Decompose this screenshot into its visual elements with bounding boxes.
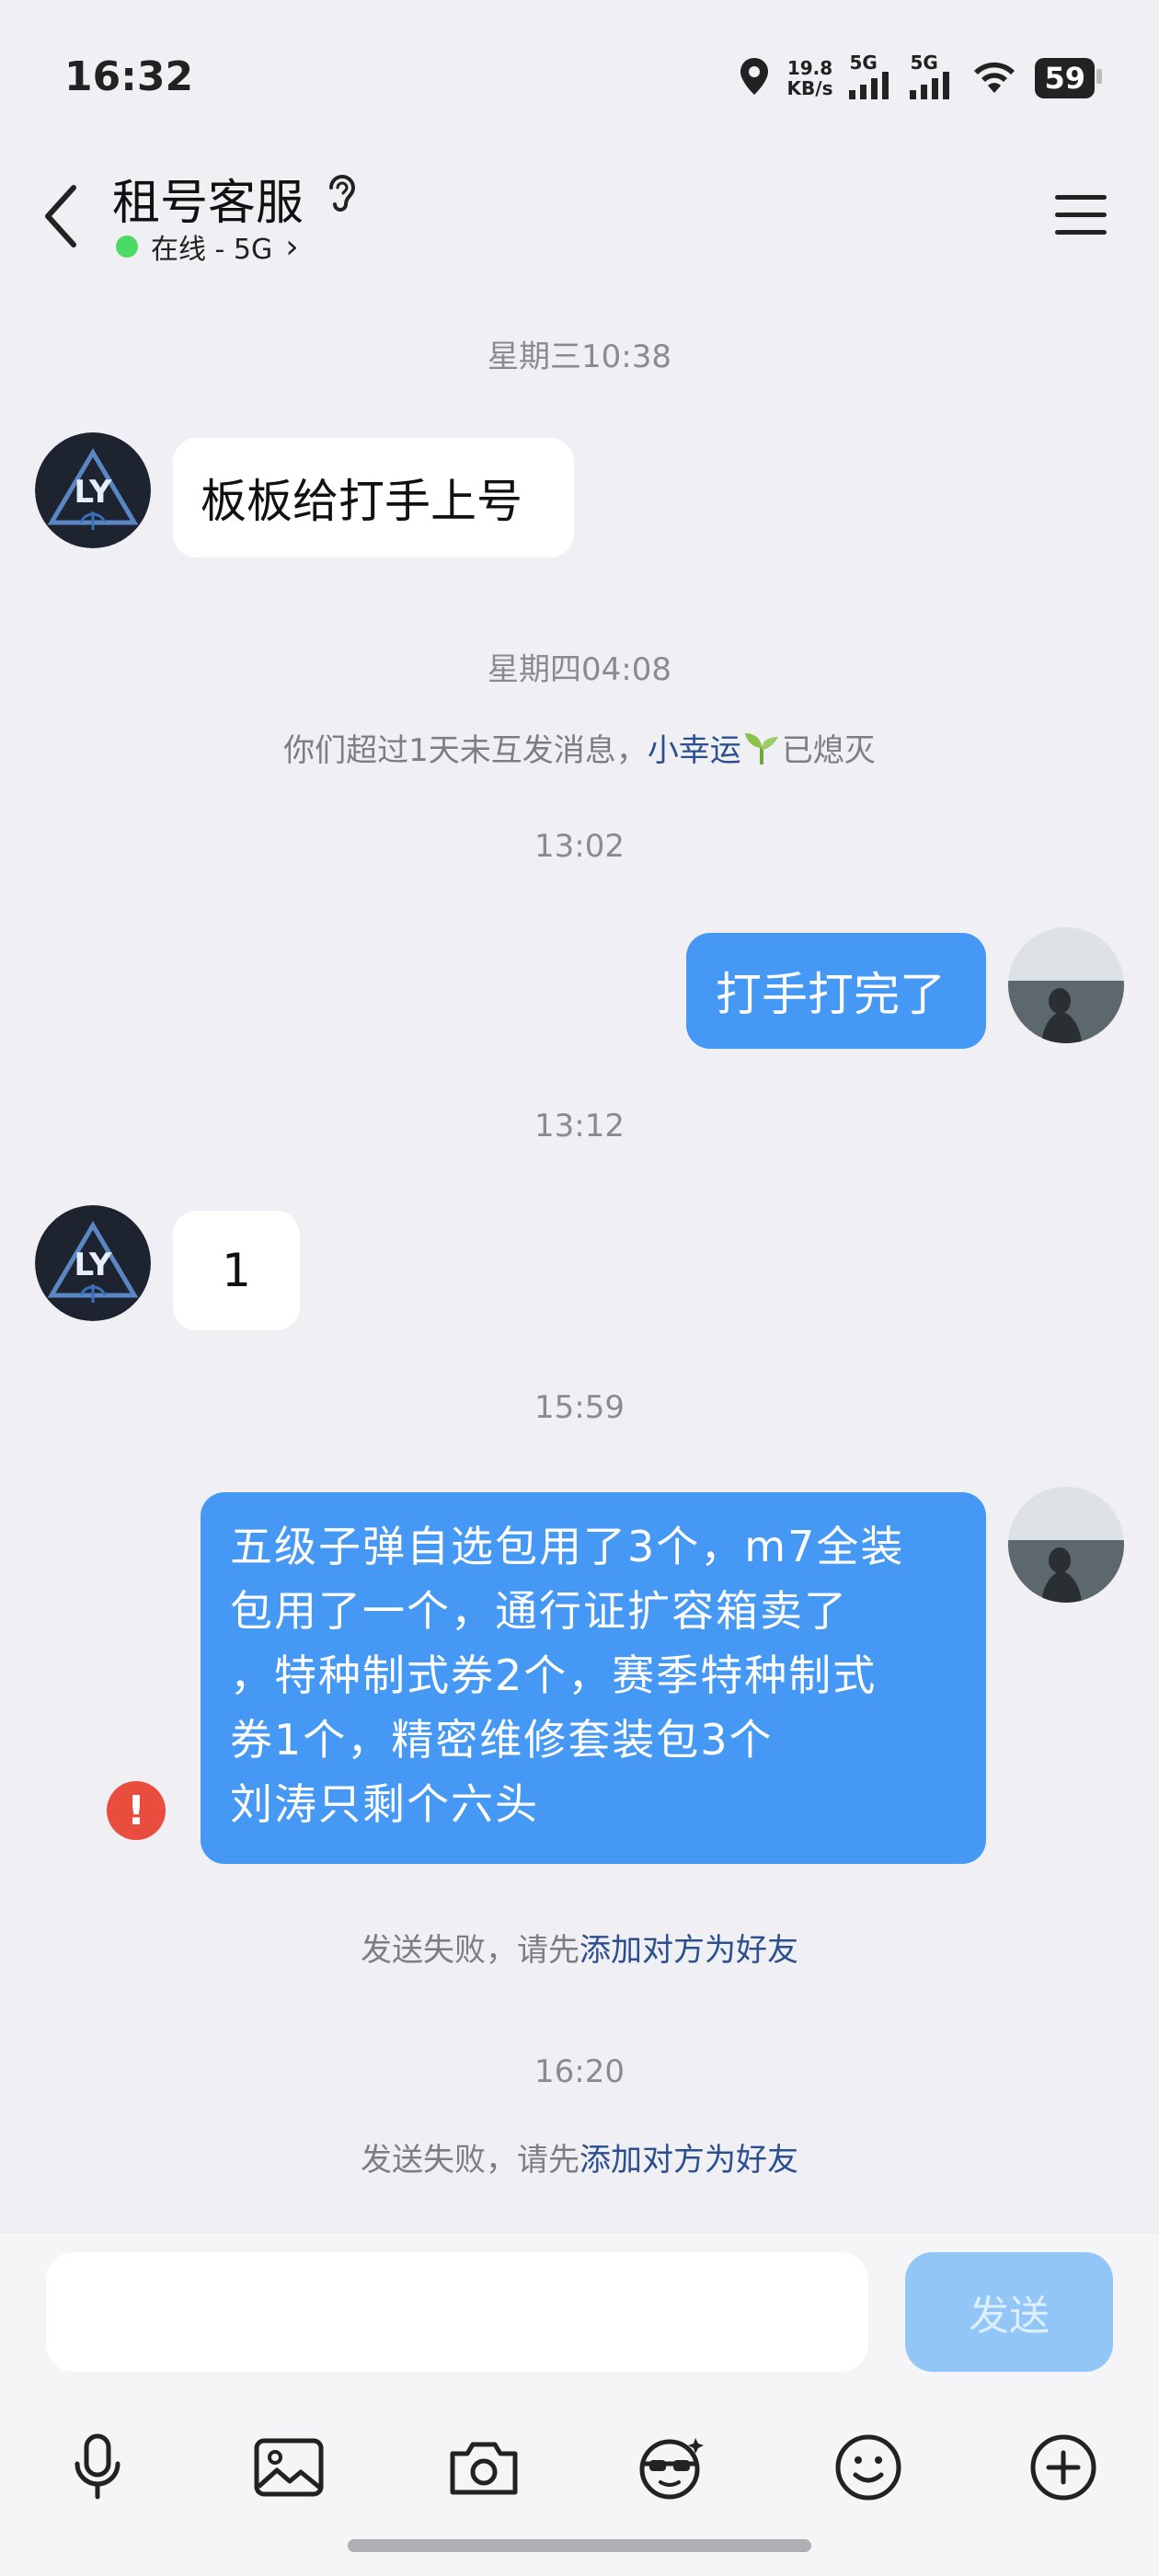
online-dot: [116, 236, 138, 258]
timestamp: 15:59: [534, 1389, 625, 1426]
timestamp: 星期三10:38: [488, 339, 671, 375]
message-bubble-outgoing[interactable]: 五级子弹自选包用了3个，m7全装 包用了一个，通行证扩容箱卖了 ，特种制式券2个…: [201, 1492, 986, 1864]
menu-button[interactable]: [1049, 182, 1113, 247]
send-failed-note: 发送失败，请先添加对方为好友: [0, 2134, 1159, 2179]
microphone-icon[interactable]: [61, 2431, 134, 2504]
back-button[interactable]: [33, 170, 88, 262]
system-note-link[interactable]: 小幸运: [648, 732, 741, 769]
input-toolbar: [0, 2409, 1159, 2519]
message-input[interactable]: [46, 2252, 868, 2372]
image-icon[interactable]: [252, 2431, 326, 2504]
avatar[interactable]: LY: [35, 1205, 151, 1321]
menu-icon-line: [1055, 212, 1107, 217]
system-note: 你们超过1天未互发消息，小幸运 已熄灭: [0, 725, 1159, 775]
camera-icon[interactable]: [447, 2431, 521, 2504]
signal-1-label: 5G: [849, 52, 878, 74]
online-status[interactable]: 在线 - 5G ›: [116, 226, 299, 267]
send-failed-prefix: 发送失败，请先: [361, 1932, 580, 1969]
network-speed-value: 19.8: [786, 57, 833, 79]
message-text: 打手打完了: [716, 968, 946, 1021]
system-note-prefix: 你们超过1天未互发消息，: [283, 732, 648, 769]
message-text: 板板给打手上号: [201, 475, 522, 528]
send-failed-note: 发送失败，请先添加对方为好友: [0, 1925, 1159, 1970]
status-bar: 16:32 19.8 KB/s 5G 5G 59: [0, 0, 1159, 147]
status-icons: 19.8 KB/s 5G 5G 59: [738, 53, 1102, 103]
chat-title[interactable]: 租号客服: [112, 164, 304, 233]
back-arrow-icon: [45, 185, 76, 247]
battery-icon: 59: [1035, 58, 1102, 98]
signal-1: 5G: [849, 53, 893, 103]
sticker-icon[interactable]: [635, 2431, 708, 2504]
add-friend-link[interactable]: 添加对方为好友: [580, 2142, 798, 2179]
message-line: ，特种制式券2个，赛季特种制式: [230, 1650, 878, 1700]
network-speed-unit: KB/s: [786, 77, 833, 99]
message-bubble-outgoing[interactable]: 打手打完了: [686, 933, 986, 1049]
signal-icon: [849, 72, 893, 103]
status-time: 16:32: [64, 53, 194, 100]
send-failed-prefix: 发送失败，请先: [361, 2142, 580, 2179]
svg-text:LY: LY: [75, 474, 112, 511]
message-bubble-incoming[interactable]: 板板给打手上号: [173, 438, 574, 558]
network-speed: 19.8 KB/s: [787, 58, 833, 98]
sprout-icon: [741, 730, 782, 775]
timestamp: 13:12: [534, 1108, 625, 1144]
input-area: 发送: [0, 2234, 1159, 2576]
message-line: 包用了一个，通行证扩容箱卖了: [230, 1586, 848, 1636]
system-note-suffix: 已熄灭: [781, 732, 876, 769]
signal-2-label: 5G: [910, 52, 938, 74]
menu-icon-line: [1055, 229, 1107, 235]
emoji-icon[interactable]: [832, 2431, 905, 2504]
message-line: 券1个，精密维修套装包3个: [230, 1715, 774, 1765]
menu-icon-line: [1055, 194, 1107, 200]
timestamp: 星期四04:08: [488, 651, 671, 688]
svg-text:LY: LY: [75, 1247, 112, 1283]
avatar[interactable]: [1008, 927, 1124, 1043]
online-status-text: 在线 - 5G: [151, 234, 273, 266]
avatar[interactable]: LY: [35, 432, 151, 548]
ear-icon[interactable]: [324, 171, 361, 215]
avatar[interactable]: [1008, 1487, 1124, 1603]
timestamp: 13:02: [534, 828, 625, 865]
message-text: 五级子弹自选包用了3个，m7全装 包用了一个，通行证扩容箱卖了 ，特种制式券2个…: [230, 1514, 904, 1836]
timestamp: 16:20: [534, 2053, 625, 2090]
error-icon[interactable]: !: [107, 1781, 166, 1840]
wifi-icon: [970, 58, 1018, 98]
signal-2: 5G: [910, 53, 954, 103]
message-text: 1: [222, 1244, 251, 1297]
chevron-right-icon: ›: [285, 227, 299, 266]
home-indicator[interactable]: [348, 2539, 811, 2552]
message-line: 刘涛只剩个六头: [230, 1779, 539, 1829]
message-line: 五级子弹自选包用了3个，m7全装: [230, 1522, 905, 1571]
plus-icon[interactable]: [1027, 2431, 1100, 2504]
location-icon: [738, 56, 771, 100]
add-friend-link[interactable]: 添加对方为好友: [580, 1932, 798, 1969]
signal-icon: [910, 72, 954, 103]
message-bubble-incoming[interactable]: 1: [173, 1211, 300, 1330]
send-button[interactable]: 发送: [905, 2252, 1113, 2372]
chat-header: 租号客服 在线 - 5G ›: [0, 147, 1159, 285]
